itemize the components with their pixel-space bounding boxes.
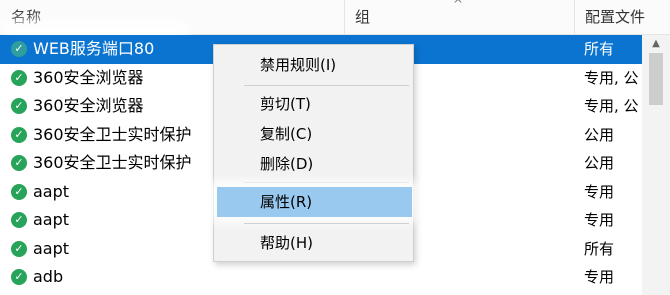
rule-profile: 专用, 公: [584, 97, 639, 115]
check-icon: ✓: [11, 69, 27, 86]
rule-name: 360安全浏览器: [33, 67, 144, 87]
scroll-thumb[interactable]: [649, 53, 663, 105]
rule-profile: 所有: [584, 40, 615, 58]
sort-arrow-icon: ^: [453, 0, 464, 11]
rule-profile: 专用: [584, 182, 615, 201]
menu-item-cut[interactable]: 剪切(T): [214, 89, 413, 119]
rule-profile: 专用: [584, 268, 615, 286]
menu-item-delete[interactable]: 删除(D): [214, 149, 413, 179]
rule-profile: 所有: [584, 239, 615, 258]
rule-name: aapt: [33, 210, 70, 229]
menu-item-help[interactable]: 帮助(H): [214, 228, 413, 258]
context-menu: 禁用规则(I) 剪切(T) 复制(C) 删除(D) 属性(R) 帮助(H): [213, 44, 414, 262]
menu-item-properties[interactable]: 属性(R): [217, 187, 412, 217]
vertical-scrollbar[interactable]: ▲: [642, 35, 670, 295]
check-shield-icon: ✓: [11, 41, 27, 57]
rule-name: 360安全浏览器: [33, 96, 144, 115]
check-icon: ✓: [11, 126, 27, 143]
rule-profile: 公用: [584, 154, 615, 172]
menu-separator: [244, 85, 409, 86]
rule-profile: 专用, 公: [584, 68, 639, 87]
check-icon: ✓: [11, 212, 27, 228]
check-icon: ✓: [11, 240, 27, 257]
rule-profile: 公用: [584, 125, 615, 144]
column-header-profile[interactable]: 配置文件: [574, 0, 670, 34]
menu-separator: [244, 223, 409, 224]
rule-name: 360安全卫士实时保护: [33, 153, 192, 172]
menu-item-disable-rule[interactable]: 禁用规则(I): [214, 50, 413, 80]
scroll-up-icon[interactable]: ▲: [642, 35, 670, 53]
check-icon: ✓: [11, 269, 27, 285]
check-icon: ✓: [11, 155, 27, 171]
rule-name: WEB服务端口80: [33, 39, 155, 58]
menu-separator: [244, 182, 409, 183]
menu-item-copy[interactable]: 复制(C): [214, 119, 413, 149]
table-row[interactable]: ✓ adb 专用: [0, 263, 642, 292]
rule-name: aapt: [33, 181, 70, 201]
rule-profile: 专用: [584, 211, 615, 229]
rule-name: 360安全卫士实时保护: [33, 124, 192, 144]
rule-name: aapt: [33, 238, 70, 258]
rule-name: adb: [33, 267, 64, 286]
check-icon: ✓: [11, 98, 27, 114]
check-icon: ✓: [11, 183, 27, 200]
